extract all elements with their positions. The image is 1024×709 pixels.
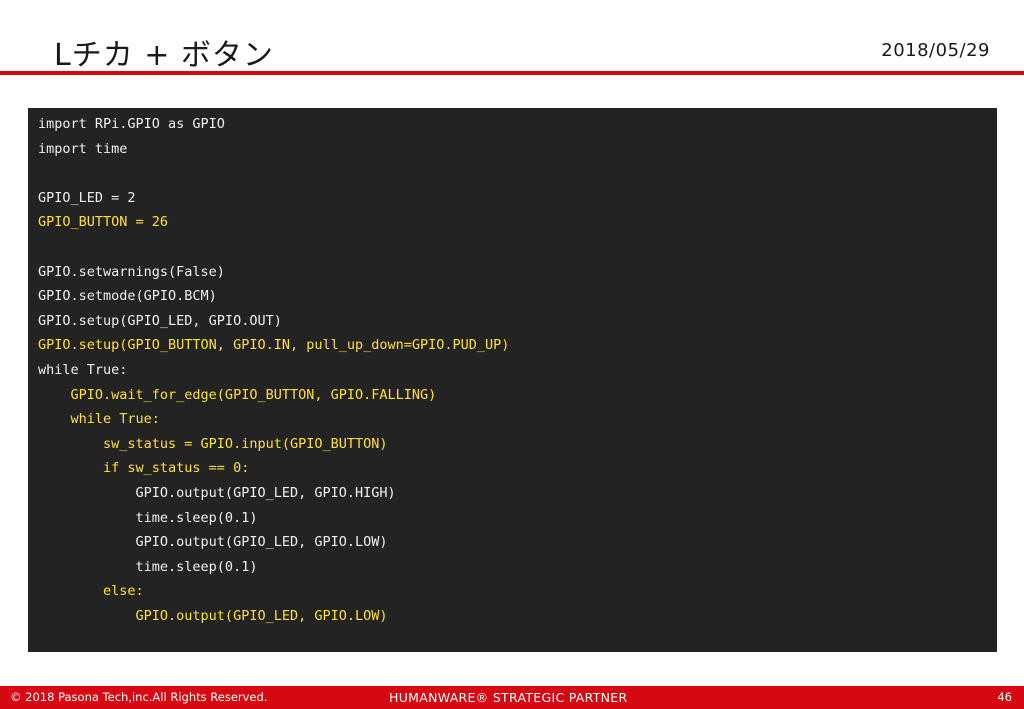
footer-bar: © 2018 Pasona Tech,inc.All Rights Reserv… [0, 686, 1024, 709]
code-line: GPIO_BUTTON = 26 [38, 214, 169, 231]
code-line: while True: [38, 361, 128, 378]
page-number: 46 [997, 690, 1012, 704]
code-line: GPIO_LED = 2 [38, 189, 136, 206]
code-line: GPIO.setwarnings(False) [38, 263, 225, 280]
code-line: while True: [38, 411, 160, 428]
code-line: GPIO.setup(GPIO_LED, GPIO.OUT) [38, 312, 282, 329]
footer-tagline: HUMANWARE® STRATEGIC PARTNER [389, 690, 628, 705]
slide-date: 2018/05/29 [881, 40, 990, 61]
code-line: GPIO.setmode(GPIO.BCM) [38, 288, 217, 305]
code-line: import RPi.GPIO as GPIO [38, 116, 225, 132]
code-line: time.sleep(0.1) [38, 558, 258, 575]
code-lines: import RPi.GPIO as GPIO import time GPIO_L… [38, 112, 509, 628]
slide-title: Lチカ + ボタン [54, 38, 274, 73]
code-line: GPIO.setup(GPIO_BUTTON, GPIO.IN, pull_up… [38, 337, 510, 354]
code-line: sw_status = GPIO.input(GPIO_BUTTON) [38, 435, 388, 452]
code-line: time.sleep(0.1) [38, 509, 258, 526]
code-line: GPIO.output(GPIO_LED, GPIO.LOW) [38, 534, 388, 551]
code-line: if sw_status == 0: [38, 460, 250, 477]
code-line: import time [38, 140, 128, 157]
code-line: GPIO.output(GPIO_LED, GPIO.LOW) [38, 607, 388, 624]
code-block: import RPi.GPIO as GPIO import time GPIO_L… [28, 108, 997, 652]
code-line: GPIO.wait_for_edge(GPIO_BUTTON, GPIO.FAL… [38, 386, 437, 403]
code-line: else: [38, 583, 144, 600]
footer-copyright: © 2018 Pasona Tech,inc.All Rights Reserv… [10, 690, 268, 704]
code-line: GPIO.output(GPIO_LED, GPIO.HIGH) [38, 484, 396, 501]
title-divider [0, 71, 1024, 75]
